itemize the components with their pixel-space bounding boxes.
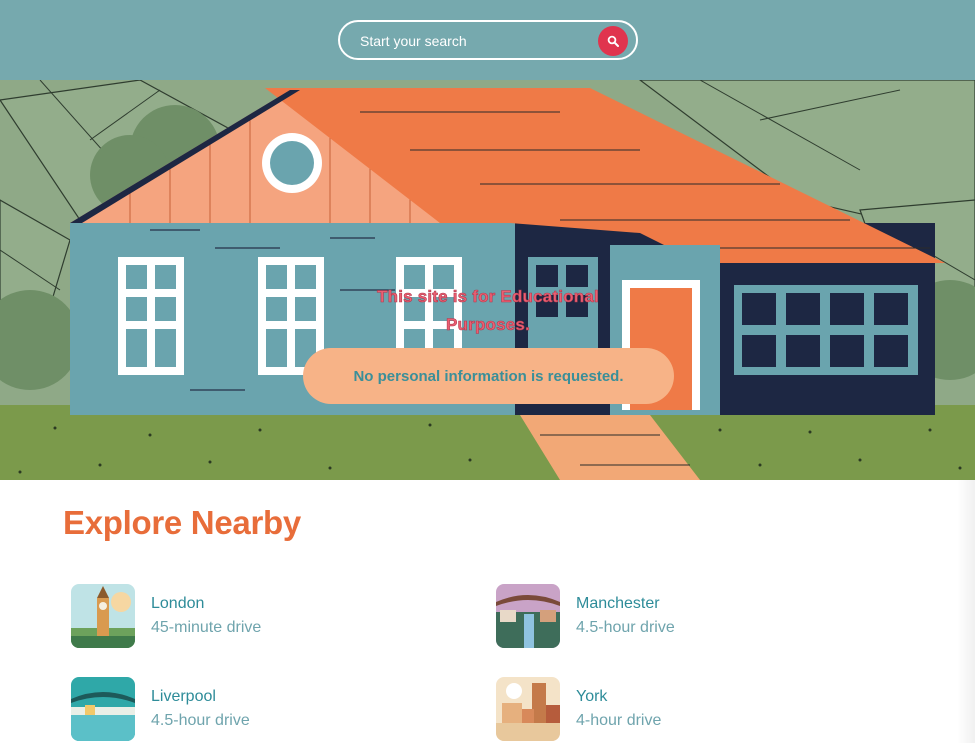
place-distance: 4.5-hour drive	[151, 712, 250, 729]
place-card-manchester[interactable]: Manchester 4.5-hour drive	[496, 584, 816, 648]
place-distance: 4.5-hour drive	[576, 619, 675, 636]
hero-banner: This site is for Educational Purposes. N…	[0, 80, 975, 480]
place-name[interactable]: York	[576, 688, 607, 706]
search-input[interactable]: Start your search	[360, 33, 467, 49]
section-title: Explore Nearby	[63, 504, 301, 541]
house-illustration	[0, 80, 975, 480]
manchester-thumbnail	[496, 584, 560, 648]
place-name[interactable]: Manchester	[576, 595, 660, 613]
search-icon	[607, 35, 619, 47]
educational-notice: This site is for Educational Purposes.	[377, 287, 599, 335]
london-thumbnail	[71, 584, 135, 648]
place-card-liverpool[interactable]: Liverpool 4.5-hour drive	[71, 677, 391, 741]
page-edge-shadow	[957, 480, 975, 743]
privacy-notice-button[interactable]: No personal information is requested.	[303, 348, 674, 404]
search-bar[interactable]: Start your search	[338, 20, 638, 60]
place-distance: 4-hour drive	[576, 712, 662, 729]
top-header: Start your search	[0, 0, 975, 80]
place-name[interactable]: London	[151, 595, 204, 613]
search-button[interactable]	[598, 26, 628, 56]
york-thumbnail	[496, 677, 560, 741]
place-card-york[interactable]: York 4-hour drive	[496, 677, 816, 741]
liverpool-thumbnail	[71, 677, 135, 741]
place-distance: 45-minute drive	[151, 619, 262, 636]
place-card-london[interactable]: London 45-minute drive	[71, 584, 391, 648]
place-name[interactable]: Liverpool	[151, 688, 216, 706]
